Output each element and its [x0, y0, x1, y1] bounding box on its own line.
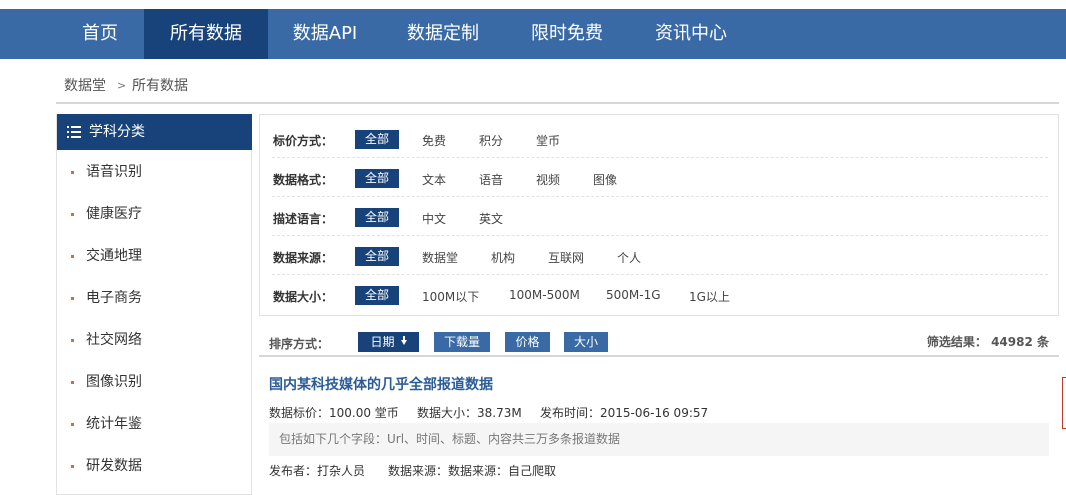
- breadcrumb: 数据堂 > 所有数据: [56, 70, 1059, 104]
- sidebar-item-label: 研发数据: [86, 458, 142, 474]
- filter-label: 数据大小：: [273, 290, 334, 304]
- sidebar-item-label: 社交网络: [86, 332, 142, 348]
- filter-option-selected[interactable]: 全部: [355, 247, 400, 266]
- sort-by-date-button[interactable]: 日期: [358, 332, 419, 352]
- filter-option[interactable]: 文本: [422, 171, 446, 188]
- filter-option[interactable]: 免费: [422, 132, 446, 149]
- sidebar-item-label: 健康医疗: [86, 206, 142, 222]
- nav-item-free[interactable]: 限时免费: [519, 9, 615, 59]
- bullet-icon: [71, 423, 74, 426]
- filter-option-selected[interactable]: 全部: [355, 208, 400, 227]
- bullet-icon: [71, 381, 74, 384]
- nav-item-custom-data[interactable]: 数据定制: [395, 9, 491, 59]
- filter-row-language: 描述语言： 全部 中文 英文: [272, 196, 1048, 236]
- category-sidebar: 学科分类 语音识别 健康医疗 交通地理 电子商务 社交网络 图像识别 统计年鉴 …: [56, 114, 252, 495]
- filter-row-pricing: 标价方式： 全部 免费 积分 堂币: [272, 118, 1048, 158]
- sort-by-downloads-button[interactable]: 下载量: [434, 332, 490, 352]
- bullet-icon: [71, 465, 74, 468]
- nav-item-news[interactable]: 资讯中心: [643, 9, 739, 59]
- sort-label: 排序方式：: [269, 337, 330, 351]
- filter-row-format: 数据格式： 全部 文本 语音 视频 图像: [272, 157, 1048, 197]
- dataset-published-time: 发布时间：2015-06-16 09:57: [540, 406, 709, 420]
- filter-option[interactable]: 100M-500M: [509, 288, 580, 302]
- filter-option[interactable]: 个人: [617, 249, 641, 266]
- filter-option[interactable]: 图像: [593, 171, 617, 188]
- filter-option-selected[interactable]: 全部: [355, 130, 400, 149]
- dataset-description: 包括如下几个字段：Url、时间、标题、内容共三万多条报道数据: [269, 423, 1049, 456]
- sidebar-item-ecommerce[interactable]: 电子商务: [57, 277, 251, 319]
- sidebar-item-statistics-yearbook[interactable]: 统计年鉴: [57, 403, 251, 445]
- filter-row-source: 数据来源： 全部 数据堂 机构 互联网 个人: [272, 235, 1048, 275]
- sort-bar: 排序方式： 日期 下载量 价格 大小 筛选结果： 44982 条: [259, 325, 1059, 357]
- filter-option[interactable]: 堂币: [536, 132, 560, 149]
- sidebar-item-rnd-data[interactable]: 研发数据: [57, 445, 251, 487]
- nav-item-home[interactable]: 首页: [62, 9, 138, 59]
- filter-option[interactable]: 视频: [536, 171, 560, 188]
- sidebar-item-transport-geo[interactable]: 交通地理: [57, 235, 251, 277]
- dataset-description-text: 包括如下几个字段：Url、时间、标题、内容共三万多条报道数据: [279, 432, 621, 446]
- sidebar-item-social-network[interactable]: 社交网络: [57, 319, 251, 361]
- nav-item-data-api[interactable]: 数据API: [282, 9, 368, 59]
- sidebar-item-label: 语音识别: [86, 164, 142, 180]
- sort-button-label: 日期: [370, 335, 395, 349]
- sidebar-title: 学科分类: [89, 124, 145, 140]
- sidebar-item-label: 统计年鉴: [86, 416, 142, 432]
- dataset-title-link[interactable]: 国内某科技媒体的几乎全部报道数据: [269, 374, 493, 394]
- sort-by-size-button[interactable]: 大小: [564, 332, 608, 352]
- bullet-icon: [71, 171, 74, 174]
- filter-row-size: 数据大小： 全部 100M以下 100M-500M 500M-1G 1G以上: [272, 274, 1048, 313]
- filter-option[interactable]: 积分: [479, 132, 503, 149]
- sidebar-item-label: 图像识别: [86, 374, 142, 390]
- filter-result-count: 筛选结果： 44982 条: [926, 335, 1049, 349]
- sort-by-price-button[interactable]: 价格: [505, 332, 550, 352]
- breadcrumb-separator: >: [117, 79, 127, 92]
- breadcrumb-home[interactable]: 数据堂: [64, 70, 106, 102]
- bullet-icon: [71, 339, 74, 342]
- sidebar-item-healthcare[interactable]: 健康医疗: [57, 193, 251, 235]
- arrow-down-icon: [400, 336, 407, 345]
- filter-option[interactable]: 1G以上: [689, 288, 730, 305]
- sidebar-item-speech-recognition[interactable]: 语音识别: [57, 151, 251, 193]
- filter-label: 标价方式：: [273, 134, 334, 148]
- filter-option-selected[interactable]: 全部: [355, 286, 400, 305]
- filter-label: 数据来源：: [273, 251, 334, 265]
- list-icon: [67, 126, 81, 138]
- filter-option-selected[interactable]: 全部: [355, 169, 400, 188]
- filter-label: 数据格式：: [273, 173, 334, 187]
- dataset-source: 数据来源：数据来源：自己爬取: [388, 464, 557, 478]
- filter-panel: 标价方式： 全部 免费 积分 堂币 数据格式： 全部 文本 语音 视频 图像 描…: [259, 114, 1059, 316]
- filter-option[interactable]: 100M以下: [422, 288, 479, 305]
- dataset-size: 数据大小：38.73M: [417, 406, 522, 420]
- filter-label: 描述语言：: [273, 212, 334, 226]
- bullet-icon: [71, 297, 74, 300]
- sidebar-item-label: 交通地理: [86, 248, 142, 264]
- bullet-icon: [71, 213, 74, 216]
- dataset-publisher: 发布者：打杂人员: [269, 464, 366, 478]
- filter-option[interactable]: 中文: [422, 210, 446, 227]
- filter-option[interactable]: 机构: [491, 249, 515, 266]
- filter-option[interactable]: 语音: [479, 171, 503, 188]
- filter-option[interactable]: 数据堂: [422, 249, 458, 266]
- sidebar-item-image-recognition[interactable]: 图像识别: [57, 361, 251, 403]
- bullet-icon: [71, 255, 74, 258]
- breadcrumb-current: 所有数据: [132, 78, 188, 94]
- floating-side-tab[interactable]: [1062, 377, 1066, 429]
- filter-option[interactable]: 英文: [479, 210, 503, 227]
- top-navigation: 首页 所有数据 数据API 数据定制 限时免费 资讯中心: [0, 9, 1066, 59]
- dataset-price: 数据标价：100.00 堂币: [269, 406, 399, 420]
- nav-item-all-data[interactable]: 所有数据: [144, 9, 268, 59]
- sidebar-header: 学科分类: [57, 114, 252, 150]
- sidebar-item-label: 电子商务: [86, 290, 142, 306]
- filter-option[interactable]: 互联网: [548, 249, 584, 266]
- filter-option[interactable]: 500M-1G: [606, 288, 661, 302]
